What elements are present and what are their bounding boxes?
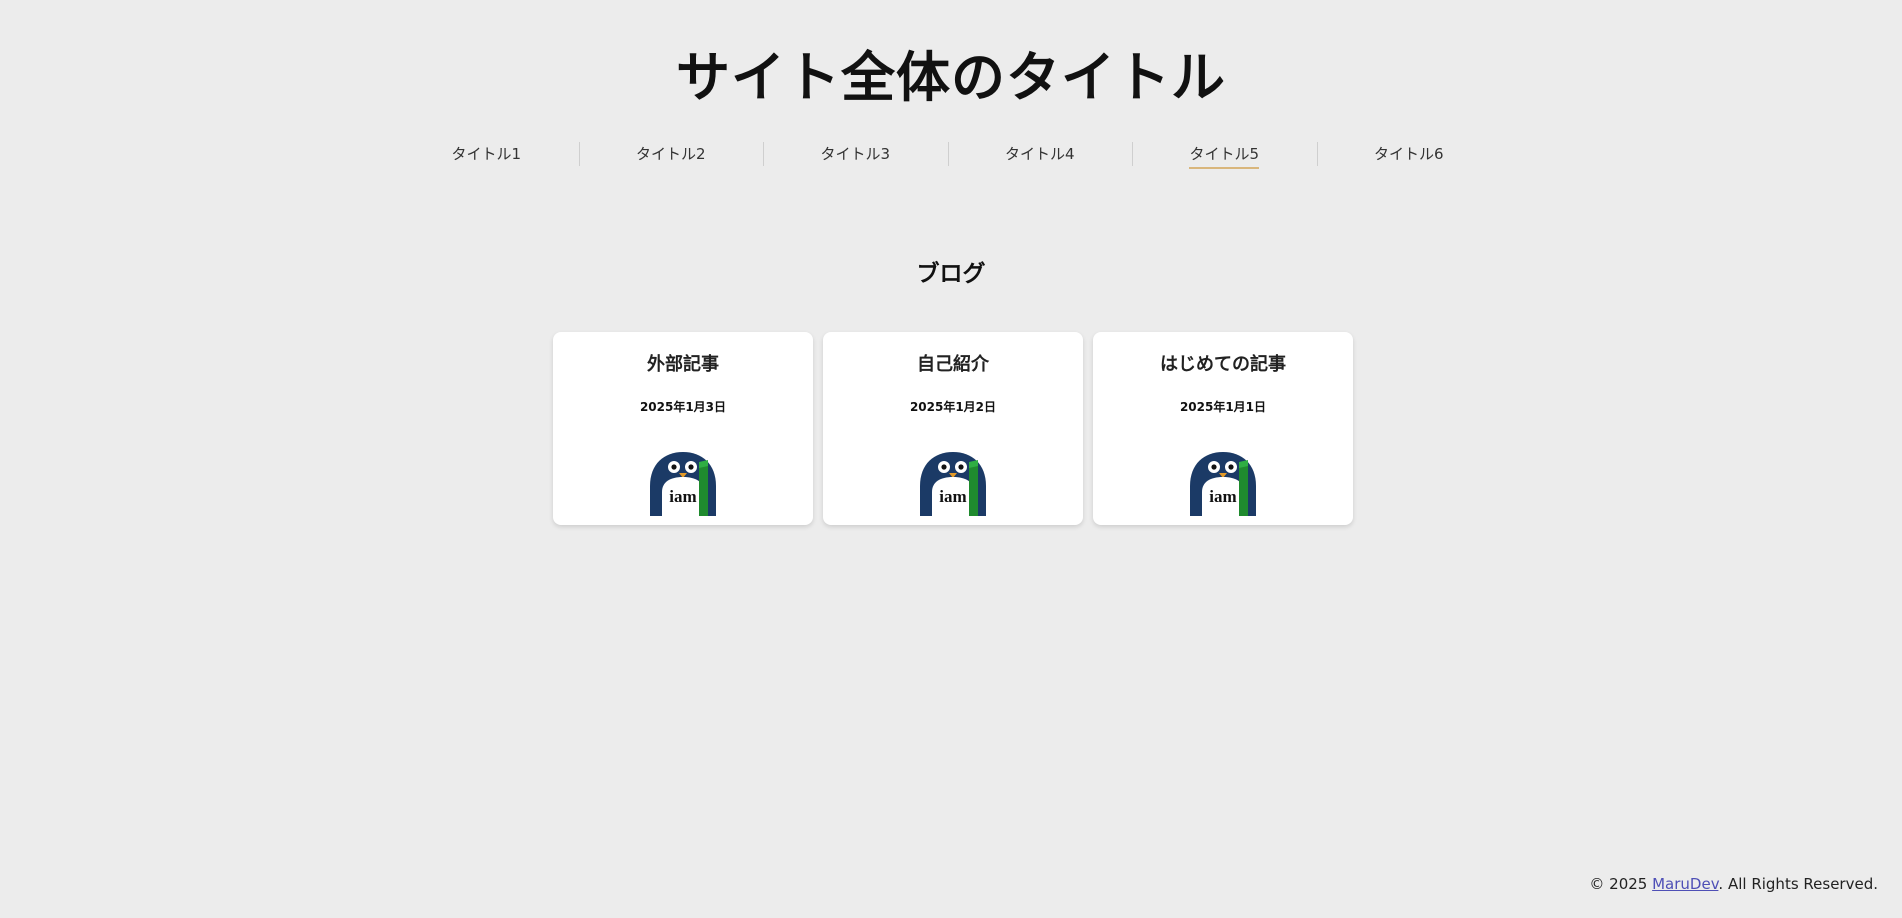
card-date: 2025年1月2日 xyxy=(909,400,997,414)
blog-card[interactable]: 自己紹介 2025年1月2日 iam xyxy=(823,332,1083,525)
nav-item-label: タイトル4 xyxy=(1004,145,1075,163)
nav-item-label: タイトル5 xyxy=(1189,141,1260,169)
footer-link[interactable]: MaruDev xyxy=(1652,875,1718,893)
card-image-text: iam xyxy=(1209,487,1236,506)
nav-item-title4[interactable]: タイトル4 xyxy=(947,140,1133,168)
site-title: サイト全体のタイトル xyxy=(676,46,1226,109)
penguin-icon: iam xyxy=(1190,452,1256,516)
penguin-icon: iam xyxy=(650,452,716,516)
nav-item-label: タイトル2 xyxy=(635,145,706,163)
footer-rights: . All Rights Reserved. xyxy=(1718,875,1878,893)
card-date: 2025年1月1日 xyxy=(1179,400,1267,414)
card-image-text: iam xyxy=(939,487,966,506)
main-nav: タイトル1 タイトル2 タイトル3 タイトル4 タイトル5 タイトル6 xyxy=(394,140,1502,169)
card-title: 外部記事 xyxy=(647,354,719,375)
nav-item-label: タイトル3 xyxy=(820,145,891,163)
nav-item-label: タイトル1 xyxy=(451,145,522,163)
card-title: はじめての記事 xyxy=(1160,354,1286,375)
footer-copyright: © 2025 xyxy=(1589,875,1653,893)
nav-item-title6[interactable]: タイトル6 xyxy=(1316,140,1502,168)
blog-card[interactable]: はじめての記事 2025年1月1日 iam xyxy=(1093,332,1353,525)
blog-card-list: 外部記事 2025年1月3日 iam 自己紹介 2025年1月2日 iam はじ… xyxy=(553,332,1353,525)
nav-item-title2[interactable]: タイトル2 xyxy=(578,140,764,168)
nav-item-title5[interactable]: タイトル5 xyxy=(1132,140,1317,169)
card-title: 自己紹介 xyxy=(917,354,989,375)
card-date: 2025年1月3日 xyxy=(639,400,727,414)
nav-item-label: タイトル6 xyxy=(1373,145,1444,163)
penguin-icon: iam xyxy=(920,452,986,516)
footer: © 2025 MaruDev. All Rights Reserved. xyxy=(1589,874,1878,894)
nav-item-title1[interactable]: タイトル1 xyxy=(394,140,579,168)
card-image-text: iam xyxy=(669,487,696,506)
nav-item-title3[interactable]: タイトル3 xyxy=(763,140,948,168)
section-title: ブログ xyxy=(916,261,986,287)
blog-card[interactable]: 外部記事 2025年1月3日 iam xyxy=(553,332,813,525)
